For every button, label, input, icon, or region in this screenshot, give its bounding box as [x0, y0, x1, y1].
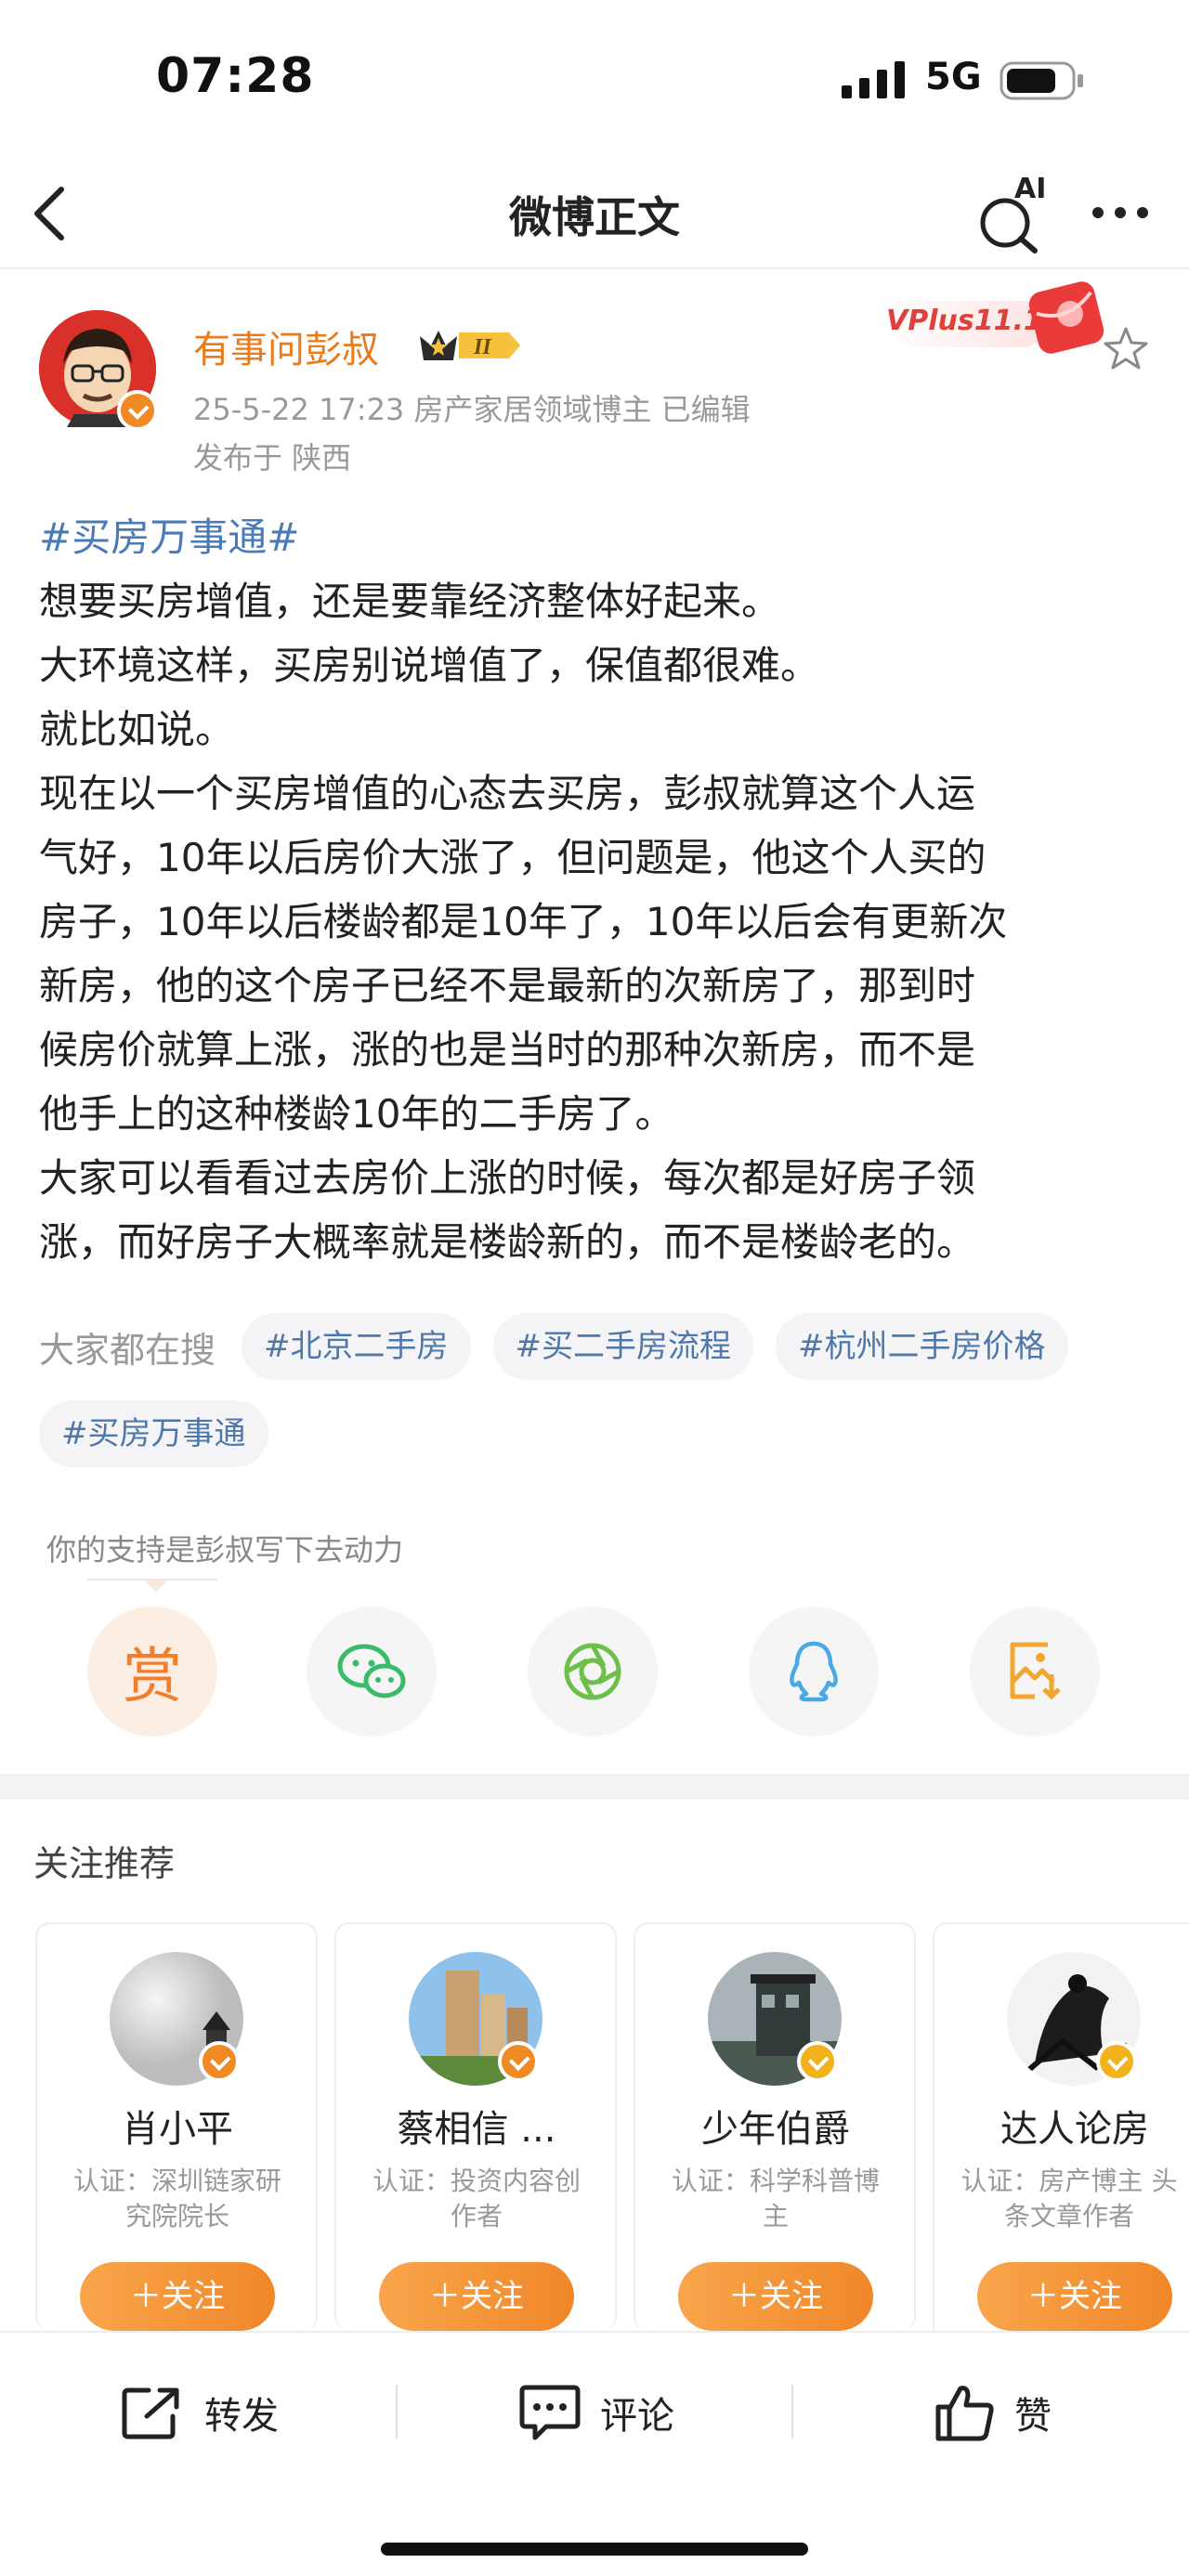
post-line: 想要买房增值，还是要靠经济整体好起来。 [39, 579, 781, 624]
comment-label: 评论 [600, 2395, 674, 2438]
post-body: #买房万事通# 想要买房增值，还是要靠经济整体好起来。 大环境这样，买房别说增值… [39, 505, 1163, 1274]
recommend-name: 达人论房 [1000, 2108, 1149, 2151]
verified-badge-icon [199, 2041, 240, 2082]
follow-button[interactable]: ＋关注 [678, 2262, 873, 2331]
hot-search-row: #买房万事通 [39, 1400, 268, 1467]
post-line: 他手上的这种楼龄10年的二手房了。 [39, 1091, 674, 1137]
red-envelope-icon [1028, 281, 1104, 354]
post-line: 现在以一个买房增值的心态去买房，彭叔就算这个人运 [39, 771, 976, 816]
share-qq-button[interactable] [749, 1607, 879, 1737]
recommend-card[interactable]: 肖小平 认证：深圳链家研 究院院长 ＋关注 [35, 1922, 318, 2331]
save-image-button[interactable] [970, 1607, 1100, 1737]
save-image-icon [1010, 1642, 1061, 1700]
recommend-cert: 认证：投资内容创 作者 [372, 2166, 581, 2231]
recommend-cert: 认证：深圳链家研 究院院长 [72, 2166, 281, 2231]
recommend-cert: 认证：房产博主 头条文章作者 [960, 2166, 1178, 2231]
post-line: 涨，而好房子大概率就是楼龄新的，而不是楼龄老的。 [39, 1219, 976, 1265]
section-separator [0, 1774, 1189, 1800]
status-bar: 07:28 5G [0, 0, 1189, 158]
reward-button[interactable]: 赏 [87, 1607, 217, 1737]
level-badge-icon: II [420, 331, 520, 360]
qq-icon [790, 1641, 838, 1702]
hot-search-row: 大家都在搜 #北京二手房 #买二手房流程 #杭州二手房价格 [39, 1313, 1068, 1380]
status-time: 07:28 [156, 48, 315, 104]
recommend-name: 少年伯爵 [701, 2108, 850, 2151]
verified-badge-icon [797, 2041, 838, 2082]
action-divider [791, 2385, 793, 2439]
post-location: 发布于 陕西 [193, 440, 352, 475]
hot-search-label: 大家都在搜 [39, 1329, 216, 1371]
verified-badge-icon [498, 2041, 539, 2082]
follow-button[interactable]: ＋关注 [379, 2262, 574, 2331]
support-pointer [143, 1579, 169, 1592]
recommend-card[interactable]: 蔡相信 ... 认证：投资内容创 作者 ＋关注 [334, 1922, 617, 2331]
signal-icon [842, 61, 905, 98]
level-label: II [473, 335, 492, 359]
recommend-name: 肖小平 [122, 2108, 233, 2151]
author-name[interactable]: 有事问彭叔 [193, 319, 379, 373]
comment-button[interactable]: 评论 [518, 2375, 674, 2450]
bottom-action-bar: 转发 评论 赞 [0, 2331, 1189, 2576]
hot-search-chip[interactable]: #买房万事通 [39, 1400, 268, 1467]
post-topic-tag[interactable]: #买房万事通# [39, 505, 1163, 569]
recommend-name: 蔡相信 ... [397, 2108, 556, 2151]
recommend-title: 关注推荐 [33, 1843, 176, 1884]
hot-search-chip[interactable]: #杭州二手房价格 [776, 1313, 1068, 1380]
share-wechat-button[interactable] [307, 1607, 437, 1737]
recommend-cert: 认证：科学科普博主 [671, 2166, 880, 2231]
ai-search-button[interactable]: AI [977, 173, 1052, 254]
repost-label: 转发 [204, 2395, 279, 2438]
share-moments-button[interactable] [528, 1607, 658, 1737]
post-meta: 25-5-22 17:23 房产家居领域博主 已编辑 [193, 392, 751, 427]
follow-button[interactable]: ＋关注 [977, 2262, 1172, 2331]
vplus-badge[interactable]: VPlus11.11 [879, 279, 1113, 362]
post-line: 新房，他的这个房子已经不是最新的次新房了，那到时 [39, 963, 976, 1008]
home-indicator [381, 2543, 808, 2556]
hot-search-chip[interactable]: #买二手房流程 [492, 1313, 754, 1380]
repost-button[interactable]: 转发 [121, 2375, 279, 2450]
hot-search-chip[interactable]: #北京二手房 [242, 1313, 471, 1380]
moments-icon [564, 1643, 621, 1700]
network-type: 5G [925, 56, 982, 98]
post-line: 就比如说。 [39, 707, 235, 752]
post-line: 气好，10年以后房价大涨了，但问题是，他这个人买的 [39, 835, 986, 880]
recommend-card[interactable]: 达人论房 认证：房产博主 头条文章作者 ＋关注 [933, 1922, 1189, 2331]
verified-badge-icon [117, 390, 158, 431]
repost-icon [122, 2387, 179, 2439]
post-line: 大家可以看看过去房价上涨的时候，每次都是好房子领 [39, 1155, 976, 1201]
thumbs-up-icon [935, 2386, 994, 2441]
follow-button[interactable]: ＋关注 [80, 2262, 275, 2331]
wechat-icon [337, 1644, 406, 1698]
ai-label: AI [1014, 173, 1047, 205]
like-label: 赞 [1014, 2395, 1052, 2438]
support-text: 你的支持是彭叔写下去动力 [46, 1532, 404, 1568]
nav-bar: 微博正文 AI [0, 158, 1189, 269]
post-line: 房子，10年以后楼龄都是10年了，10年以后会有更新次 [39, 899, 1008, 944]
post-line: 大环境这样，买房别说增值了，保值都很难。 [39, 643, 820, 688]
action-divider [396, 2385, 398, 2439]
like-button[interactable]: 赞 [934, 2375, 1052, 2450]
more-icon[interactable] [1089, 189, 1152, 236]
recommend-card[interactable]: 少年伯爵 认证：科学科普博主 ＋关注 [634, 1922, 916, 2331]
author-avatar[interactable] [39, 310, 158, 431]
verified-badge-icon [1096, 2041, 1137, 2082]
battery-icon [1000, 61, 1083, 100]
reward-icon: 赏 [123, 1643, 182, 1711]
post-line: 候房价就算上涨，涨的也是当时的那种次新房，而不是 [39, 1027, 976, 1073]
star-icon[interactable] [1102, 325, 1150, 373]
comment-icon [519, 2385, 581, 2440]
